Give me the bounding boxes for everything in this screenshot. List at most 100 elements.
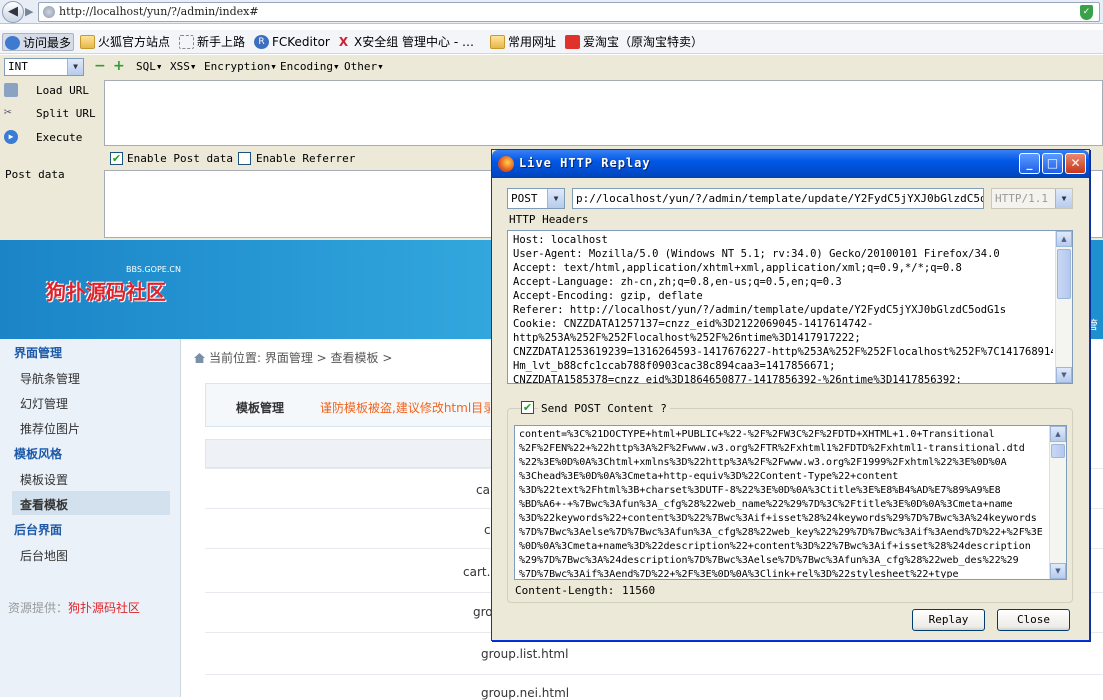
enable-post-checkbox[interactable]: ✔: [110, 152, 123, 165]
x-icon: X: [338, 35, 349, 49]
split-url-label: Split URL: [36, 107, 96, 120]
content-length-label: Content-Length:: [515, 584, 615, 597]
increase-button[interactable]: +: [113, 59, 125, 73]
send-post-checkbox[interactable]: ✔: [521, 401, 534, 414]
forward-button[interactable]: ▶: [25, 4, 39, 20]
bookmark-label: FCKeditor: [272, 35, 330, 49]
load-url-label: Load URL: [36, 84, 89, 97]
http-headers-textarea[interactable]: Host: localhost User-Agent: Mozilla/5.0 …: [507, 230, 1073, 384]
scroll-down-icon[interactable]: ▼: [1050, 563, 1066, 579]
post-content-text: content=%3C%21DOCTYPE+html+PUBLIC+%22-%2…: [519, 429, 1043, 578]
bookmark-firefox-site[interactable]: 火狐官方站点: [78, 33, 170, 51]
bookmark-most-visited[interactable]: 访问最多: [2, 33, 75, 51]
execute-button[interactable]: ▶ Execute: [0, 128, 100, 148]
source-name[interactable]: 狗扑源码社区: [68, 601, 140, 615]
sidebar-item-navbar[interactable]: 导航条管理: [20, 370, 80, 387]
scroll-up-icon[interactable]: ▲: [1056, 231, 1072, 247]
menu-other[interactable]: Other▾: [344, 60, 384, 73]
menu-xss[interactable]: XSS▾: [170, 60, 197, 73]
table-header: [205, 439, 495, 468]
http-headers-text: Host: localhost User-Agent: Mozilla/5.0 …: [513, 234, 1053, 383]
bookmark-common-sites[interactable]: 常用网址: [488, 33, 556, 51]
post-content-textarea[interactable]: content=%3C%21DOCTYPE+html+PUBLIC+%22-%2…: [514, 425, 1067, 580]
breadcrumb-text: 当前位置: 界面管理 > 查看模板 >: [209, 351, 393, 365]
close-button[interactable]: Close: [997, 609, 1070, 631]
sidebar-item-view-templates[interactable]: 查看模板: [20, 496, 68, 513]
fck-icon: R: [254, 35, 269, 49]
bookmark-label: 火狐官方站点: [98, 35, 171, 49]
row-divider: [205, 674, 1103, 675]
post-data-label: Post data: [5, 168, 65, 181]
enable-referrer-label: Enable Referrer: [256, 152, 356, 165]
sidebar-item-recommend-images[interactable]: 推荐位图片: [20, 420, 80, 437]
menu-encoding[interactable]: Encoding▾: [280, 60, 340, 73]
decrease-button[interactable]: −: [94, 59, 106, 73]
bookmark-label: 访问最多: [23, 36, 72, 50]
table-row[interactable]: gro: [473, 605, 493, 619]
template-warning: 谨防模板被盗,建议修改html目录: [320, 401, 490, 415]
post-scrollbar[interactable]: ▲ ▼: [1049, 426, 1066, 579]
shield-icon[interactable]: ✓: [1080, 5, 1093, 20]
table-row[interactable]: c: [484, 523, 491, 537]
chevron-down-icon: ▼: [547, 189, 564, 208]
url-text: http://localhost/yun/?/admin/index#: [59, 5, 259, 18]
maximize-button[interactable]: □: [1042, 153, 1063, 174]
execute-label: Execute: [36, 131, 83, 144]
page-icon: [179, 35, 194, 49]
magnifier-icon: [5, 36, 20, 50]
menu-encryption[interactable]: Encryption▾: [204, 60, 277, 73]
folder-icon: [80, 35, 95, 49]
method-select[interactable]: POST ▼: [507, 188, 565, 209]
scroll-down-icon[interactable]: ▼: [1056, 367, 1072, 383]
headers-scrollbar[interactable]: ▲ ▼: [1055, 231, 1072, 383]
sidebar-item-template-settings[interactable]: 模板设置: [20, 471, 68, 488]
send-post-label: Send POST Content ?: [538, 402, 670, 415]
sidebar-section-interface: 界面管理: [14, 346, 63, 360]
encoding-select[interactable]: INT ▼: [4, 58, 84, 76]
bookmark-label: 新手上路: [197, 35, 246, 49]
method-value: POST: [511, 192, 538, 205]
scroll-up-icon[interactable]: ▲: [1050, 426, 1066, 442]
request-url-input[interactable]: p://localhost/yun/?/admin/template/updat…: [572, 188, 984, 209]
site-logo[interactable]: 狗扑源码社区 BBS.GOPE.CN: [46, 265, 196, 316]
url-textarea[interactable]: [104, 80, 1103, 146]
load-url-button[interactable]: Load URL: [0, 81, 100, 101]
select-value: INT: [8, 60, 28, 73]
http-headers-label: HTTP Headers: [509, 213, 589, 226]
table-row[interactable]: group.nei.html: [481, 686, 569, 700]
enable-post-label: Enable Post data: [127, 152, 233, 165]
logo-url: BBS.GOPE.CN: [126, 265, 181, 274]
template-header: 模板管理 谨防模板被盗,建议修改html目录: [205, 383, 495, 427]
folder-icon: [490, 35, 505, 49]
bookmark-x-security[interactable]: X X安全组 管理中心 - …: [334, 33, 474, 51]
bookmark-aitaobao[interactable]: 爱淘宝（原淘宝特卖）: [563, 33, 703, 51]
scroll-thumb[interactable]: [1057, 249, 1071, 299]
enable-referrer-checkbox[interactable]: [238, 152, 251, 165]
bookmark-getting-started[interactable]: 新手上路: [177, 33, 245, 51]
table-row[interactable]: group.list.html: [481, 647, 568, 661]
sidebar-section-template: 模板风格: [14, 447, 63, 461]
menu-sql[interactable]: SQL▾: [136, 60, 163, 73]
scroll-thumb[interactable]: [1051, 444, 1065, 458]
protocol-value: HTTP/1.1: [995, 192, 1048, 205]
firefox-icon: [498, 156, 514, 172]
bookmark-fckeditor[interactable]: R FCKeditor: [252, 33, 330, 51]
minimize-button[interactable]: _: [1019, 153, 1040, 174]
live-http-replay-dialog: Live HTTP Replay _ □ ✕ POST ▼ p://localho…: [491, 149, 1090, 641]
close-window-button[interactable]: ✕: [1065, 153, 1086, 174]
bookmarks-toolbar: 访问最多 火狐官方站点 新手上路 R FCKeditor X X安全组 管理中心 -…: [0, 30, 1103, 54]
dialog-title: Live HTTP Replay: [519, 156, 651, 170]
chevron-down-icon: ▼: [1055, 189, 1072, 208]
content-length-value: 11560: [622, 584, 656, 597]
bookmark-label: 爱淘宝（原淘宝特卖）: [583, 35, 704, 49]
protocol-select: HTTP/1.1 ▼: [991, 188, 1073, 209]
split-url-button[interactable]: ✂ Split URL: [0, 104, 100, 124]
sidebar-item-site-map[interactable]: 后台地图: [20, 547, 68, 564]
sidebar-item-slides[interactable]: 幻灯管理: [20, 395, 68, 412]
replay-button[interactable]: Replay: [912, 609, 985, 631]
back-button[interactable]: ◀: [2, 1, 24, 23]
bookmark-label: 常用网址: [508, 35, 557, 49]
dialog-titlebar[interactable]: Live HTTP Replay _ □ ✕: [492, 150, 1089, 178]
play-icon: ▶: [4, 130, 18, 144]
url-input[interactable]: http://localhost/yun/?/admin/index# ✓: [38, 2, 1100, 22]
